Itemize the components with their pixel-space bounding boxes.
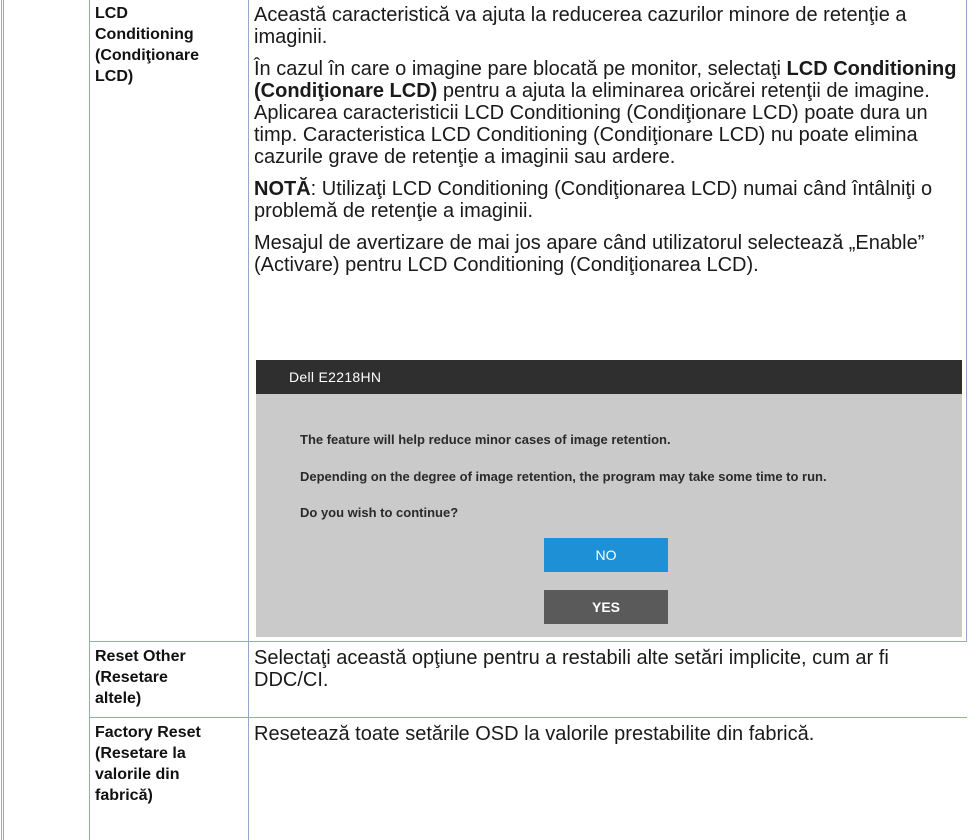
osd-warning-dialog: Dell E2218HN The feature will help reduc… [256, 360, 962, 637]
usage-text-start: În cazul în care o imagine pare blocată … [254, 58, 787, 80]
osd-message-3: Do you wish to continue? [300, 505, 459, 520]
note-text: : Utilizaţi LCD Conditioning (Condiţiona… [254, 178, 933, 222]
row-divider-1 [89, 641, 967, 642]
osd-title-bar: Dell E2218HN [256, 360, 962, 394]
reset-other-name: Reset Other (Resetare altele) [95, 646, 247, 709]
osd-title: Dell E2218HN [289, 369, 382, 385]
row-divider-2 [89, 717, 967, 718]
paragraph-warning: Mesajul de avertizare de mai jos apare c… [254, 232, 925, 276]
table-border-left [1, 0, 2, 840]
factory-reset-description: Resetează toate setările OSD la valorile… [254, 723, 815, 745]
note-label: NOTĂ [254, 178, 311, 200]
lcd-conditioning-name: LCD Conditioning (Condiţionare LCD) [95, 3, 247, 87]
name-line: Reset Other [95, 648, 186, 665]
osd-message-2: Depending on the degree of image retenti… [300, 469, 827, 484]
paragraph-usage: În cazul în care o imagine pare blocată … [254, 58, 966, 168]
name-line: LCD [95, 5, 128, 22]
table-border-right [966, 0, 967, 642]
name-line: Factory Reset [95, 724, 201, 741]
lcd-conditioning-description: Această caracteristică va ajuta la reduc… [254, 4, 966, 276]
table-column-divider-2 [248, 0, 249, 840]
reset-other-description: Selectaţi această opţiune pentru a resta… [254, 647, 889, 691]
paragraph-note: NOTĂ: Utilizaţi LCD Conditioning (Condiţ… [254, 178, 966, 222]
factory-reset-name: Factory Reset (Resetare la valorile din … [95, 722, 247, 806]
name-line: Conditioning [95, 26, 194, 43]
table-column-divider-1 [89, 0, 90, 840]
name-line: valorile din [95, 766, 180, 783]
osd-message-1: The feature will help reduce minor cases… [300, 432, 671, 447]
name-line: (Resetare [95, 669, 168, 686]
no-button[interactable]: NO [544, 538, 668, 572]
paragraph-intro: Această caracteristică va ajuta la reduc… [254, 4, 907, 48]
yes-button[interactable]: YES [544, 590, 668, 624]
name-line: fabrică) [95, 787, 153, 804]
name-line: LCD) [95, 68, 134, 85]
name-line: (Condiţionare [95, 47, 199, 64]
name-line: altele) [95, 690, 142, 707]
name-line: (Resetare la [95, 745, 186, 762]
table-border-left-inner [3, 0, 4, 840]
